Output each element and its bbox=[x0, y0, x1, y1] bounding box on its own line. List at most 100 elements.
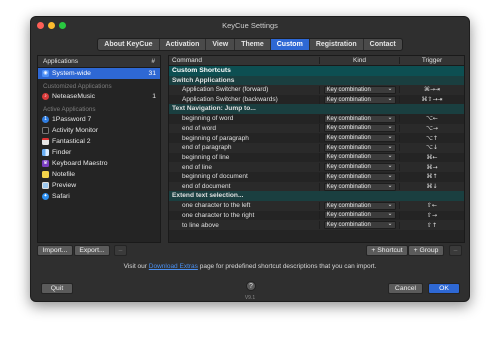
trigger-cell[interactable]: ⌥↓ bbox=[399, 144, 464, 152]
command-column-header[interactable]: Command bbox=[169, 57, 319, 64]
count-column-header[interactable]: # bbox=[151, 58, 155, 65]
kind-select[interactable]: Key combination bbox=[323, 143, 396, 152]
tab-about[interactable]: About KeyCue bbox=[98, 39, 160, 50]
app-label: Fantastical 2 bbox=[52, 138, 91, 145]
window-title: KeyCue Settings bbox=[222, 21, 278, 30]
app-row-activity-monitor[interactable]: Activity Monitor bbox=[38, 125, 160, 136]
tab-registration[interactable]: Registration bbox=[310, 39, 364, 50]
kind-column-header[interactable]: Kind bbox=[319, 57, 399, 64]
table-row[interactable]: one character to the left Key combinatio… bbox=[169, 200, 464, 211]
app-label: Preview bbox=[52, 182, 77, 189]
kind-select[interactable]: Key combination bbox=[323, 163, 396, 172]
app-row-finder[interactable]: Finder bbox=[38, 147, 160, 158]
group-switch-applications[interactable]: Switch Applications bbox=[169, 75, 464, 85]
kind-select[interactable]: Key combination bbox=[323, 221, 396, 230]
tab-theme[interactable]: Theme bbox=[235, 39, 271, 50]
trigger-cell[interactable]: ⌘↑ bbox=[399, 173, 464, 181]
trigger-cell[interactable]: ⌘↓ bbox=[399, 183, 464, 191]
table-row[interactable]: Application Switcher (backwards) Key com… bbox=[169, 95, 464, 105]
download-extras-link[interactable]: Download Extras bbox=[149, 263, 198, 270]
window-controls bbox=[37, 22, 66, 29]
table-row[interactable]: Application Switcher (forward) Key combi… bbox=[169, 85, 464, 95]
app-label: Safari bbox=[52, 193, 70, 200]
trigger-cell[interactable]: ⇧← bbox=[399, 202, 464, 210]
export-button[interactable]: Export... bbox=[74, 245, 110, 256]
kind-select[interactable]: Key combination bbox=[323, 85, 396, 94]
table-row[interactable]: end of line Key combination ⌘→ bbox=[169, 162, 464, 172]
trigger-cell[interactable]: ⌥← bbox=[399, 115, 464, 123]
command-cell: end of document bbox=[182, 183, 231, 191]
tab-bar-container: About KeyCue Activation View Theme Custo… bbox=[31, 38, 469, 51]
tab-custom[interactable]: Custom bbox=[270, 39, 310, 50]
app-row-notefile[interactable]: Notefile bbox=[38, 169, 160, 180]
customized-applications-heading: Customized Applications bbox=[43, 83, 112, 90]
kind-select[interactable]: Key combination bbox=[323, 153, 396, 162]
app-row-system-wide[interactable]: ◉ System-wide 31 bbox=[38, 68, 160, 79]
zoom-window-button[interactable] bbox=[59, 22, 66, 29]
applications-list-header: Applications # bbox=[38, 56, 160, 68]
kind-select[interactable]: Key combination bbox=[323, 182, 396, 191]
command-cell: end of line bbox=[182, 163, 212, 171]
table-row[interactable]: beginning of paragraph Key combination ⌥… bbox=[169, 133, 464, 143]
command-cell: end of word bbox=[182, 124, 216, 132]
app-row-keyboard-maestro[interactable]: ♛ Keyboard Maestro bbox=[38, 158, 160, 169]
preview-icon bbox=[42, 182, 49, 189]
trigger-cell[interactable]: ⌘→ bbox=[399, 163, 464, 171]
trigger-cell[interactable]: ⌘⇧→⇥ bbox=[399, 96, 464, 104]
table-row[interactable]: beginning of word Key combination ⌥← bbox=[169, 114, 464, 124]
cancel-button[interactable]: Cancel bbox=[388, 283, 423, 294]
kind-select[interactable]: Key combination bbox=[323, 134, 396, 143]
table-row[interactable]: end of document Key combination ⌘↓ bbox=[169, 181, 464, 192]
kind-select[interactable]: Key combination bbox=[323, 95, 396, 104]
app-row-fantastical[interactable]: Fantastical 2 bbox=[38, 136, 160, 147]
minimize-window-button[interactable] bbox=[48, 22, 55, 29]
app-row-preview[interactable]: Preview bbox=[38, 180, 160, 191]
trigger-column-header[interactable]: Trigger bbox=[399, 57, 464, 64]
settings-window: KeyCue Settings About KeyCue Activation … bbox=[30, 16, 470, 302]
lock-icon: 1 bbox=[42, 116, 49, 123]
kind-select[interactable]: Key combination bbox=[323, 124, 396, 133]
tab-contact[interactable]: Contact bbox=[364, 39, 402, 50]
remove-shortcut-button[interactable]: – bbox=[449, 245, 462, 256]
footer-suffix: page for predefined shortcut description… bbox=[197, 263, 377, 270]
table-row[interactable]: beginning of line Key combination ⌘← bbox=[169, 153, 464, 163]
ok-button[interactable]: OK bbox=[428, 283, 460, 294]
applications-column-header[interactable]: Applications bbox=[43, 58, 78, 65]
kind-select[interactable]: Key combination bbox=[323, 211, 396, 220]
remove-application-button[interactable]: – bbox=[114, 245, 127, 256]
trigger-cell[interactable]: ⌘→⇥ bbox=[399, 86, 464, 94]
kind-select[interactable]: Key combination bbox=[323, 114, 396, 123]
custom-shortcuts-title[interactable]: Custom Shortcuts bbox=[169, 66, 464, 76]
app-label: NeteaseMusic bbox=[52, 93, 96, 100]
finder-icon bbox=[42, 149, 49, 156]
kind-select[interactable]: Key combination bbox=[323, 201, 396, 210]
app-label: Finder bbox=[52, 149, 72, 156]
group-extend-selection[interactable]: Extend text selection... bbox=[169, 191, 464, 201]
table-row[interactable]: end of paragraph Key combination ⌥↓ bbox=[169, 142, 464, 153]
quit-button[interactable]: Quit bbox=[41, 283, 73, 294]
trigger-cell[interactable]: ⇧↑ bbox=[399, 221, 464, 229]
import-button[interactable]: Import... bbox=[37, 245, 73, 256]
app-label: Notefile bbox=[52, 171, 76, 178]
table-row[interactable]: beginning of document Key combination ⌘↑ bbox=[169, 172, 464, 182]
tab-view[interactable]: View bbox=[206, 39, 236, 50]
app-row-safari[interactable]: ✦ Safari bbox=[38, 191, 160, 202]
kind-select[interactable]: Key combination bbox=[323, 172, 396, 181]
table-row[interactable]: to line above Key combination ⇧↑ bbox=[169, 220, 464, 230]
table-row[interactable]: end of word Key combination ⌥→ bbox=[169, 123, 464, 134]
help-button[interactable]: ? bbox=[246, 281, 256, 291]
app-row-1password[interactable]: 1 1Password 7 bbox=[38, 114, 160, 125]
trigger-cell[interactable]: ⌘← bbox=[399, 153, 464, 161]
table-row[interactable]: one character to the right Key combinati… bbox=[169, 211, 464, 221]
tab-bar: About KeyCue Activation View Theme Custo… bbox=[97, 38, 403, 51]
trigger-cell[interactable]: ⇧→ bbox=[399, 211, 464, 219]
command-cell: beginning of line bbox=[182, 153, 230, 161]
close-window-button[interactable] bbox=[37, 22, 44, 29]
group-text-navigation[interactable]: Text Navigation: Jump to... bbox=[169, 104, 464, 114]
add-group-button[interactable]: + Group bbox=[408, 245, 444, 256]
tab-activation[interactable]: Activation bbox=[160, 39, 207, 50]
add-shortcut-button[interactable]: + Shortcut bbox=[366, 245, 408, 256]
app-row-neteasemusic[interactable]: ♪ NeteaseMusic 1 bbox=[38, 91, 160, 102]
trigger-cell[interactable]: ⌥↑ bbox=[399, 134, 464, 142]
trigger-cell[interactable]: ⌥→ bbox=[399, 124, 464, 132]
